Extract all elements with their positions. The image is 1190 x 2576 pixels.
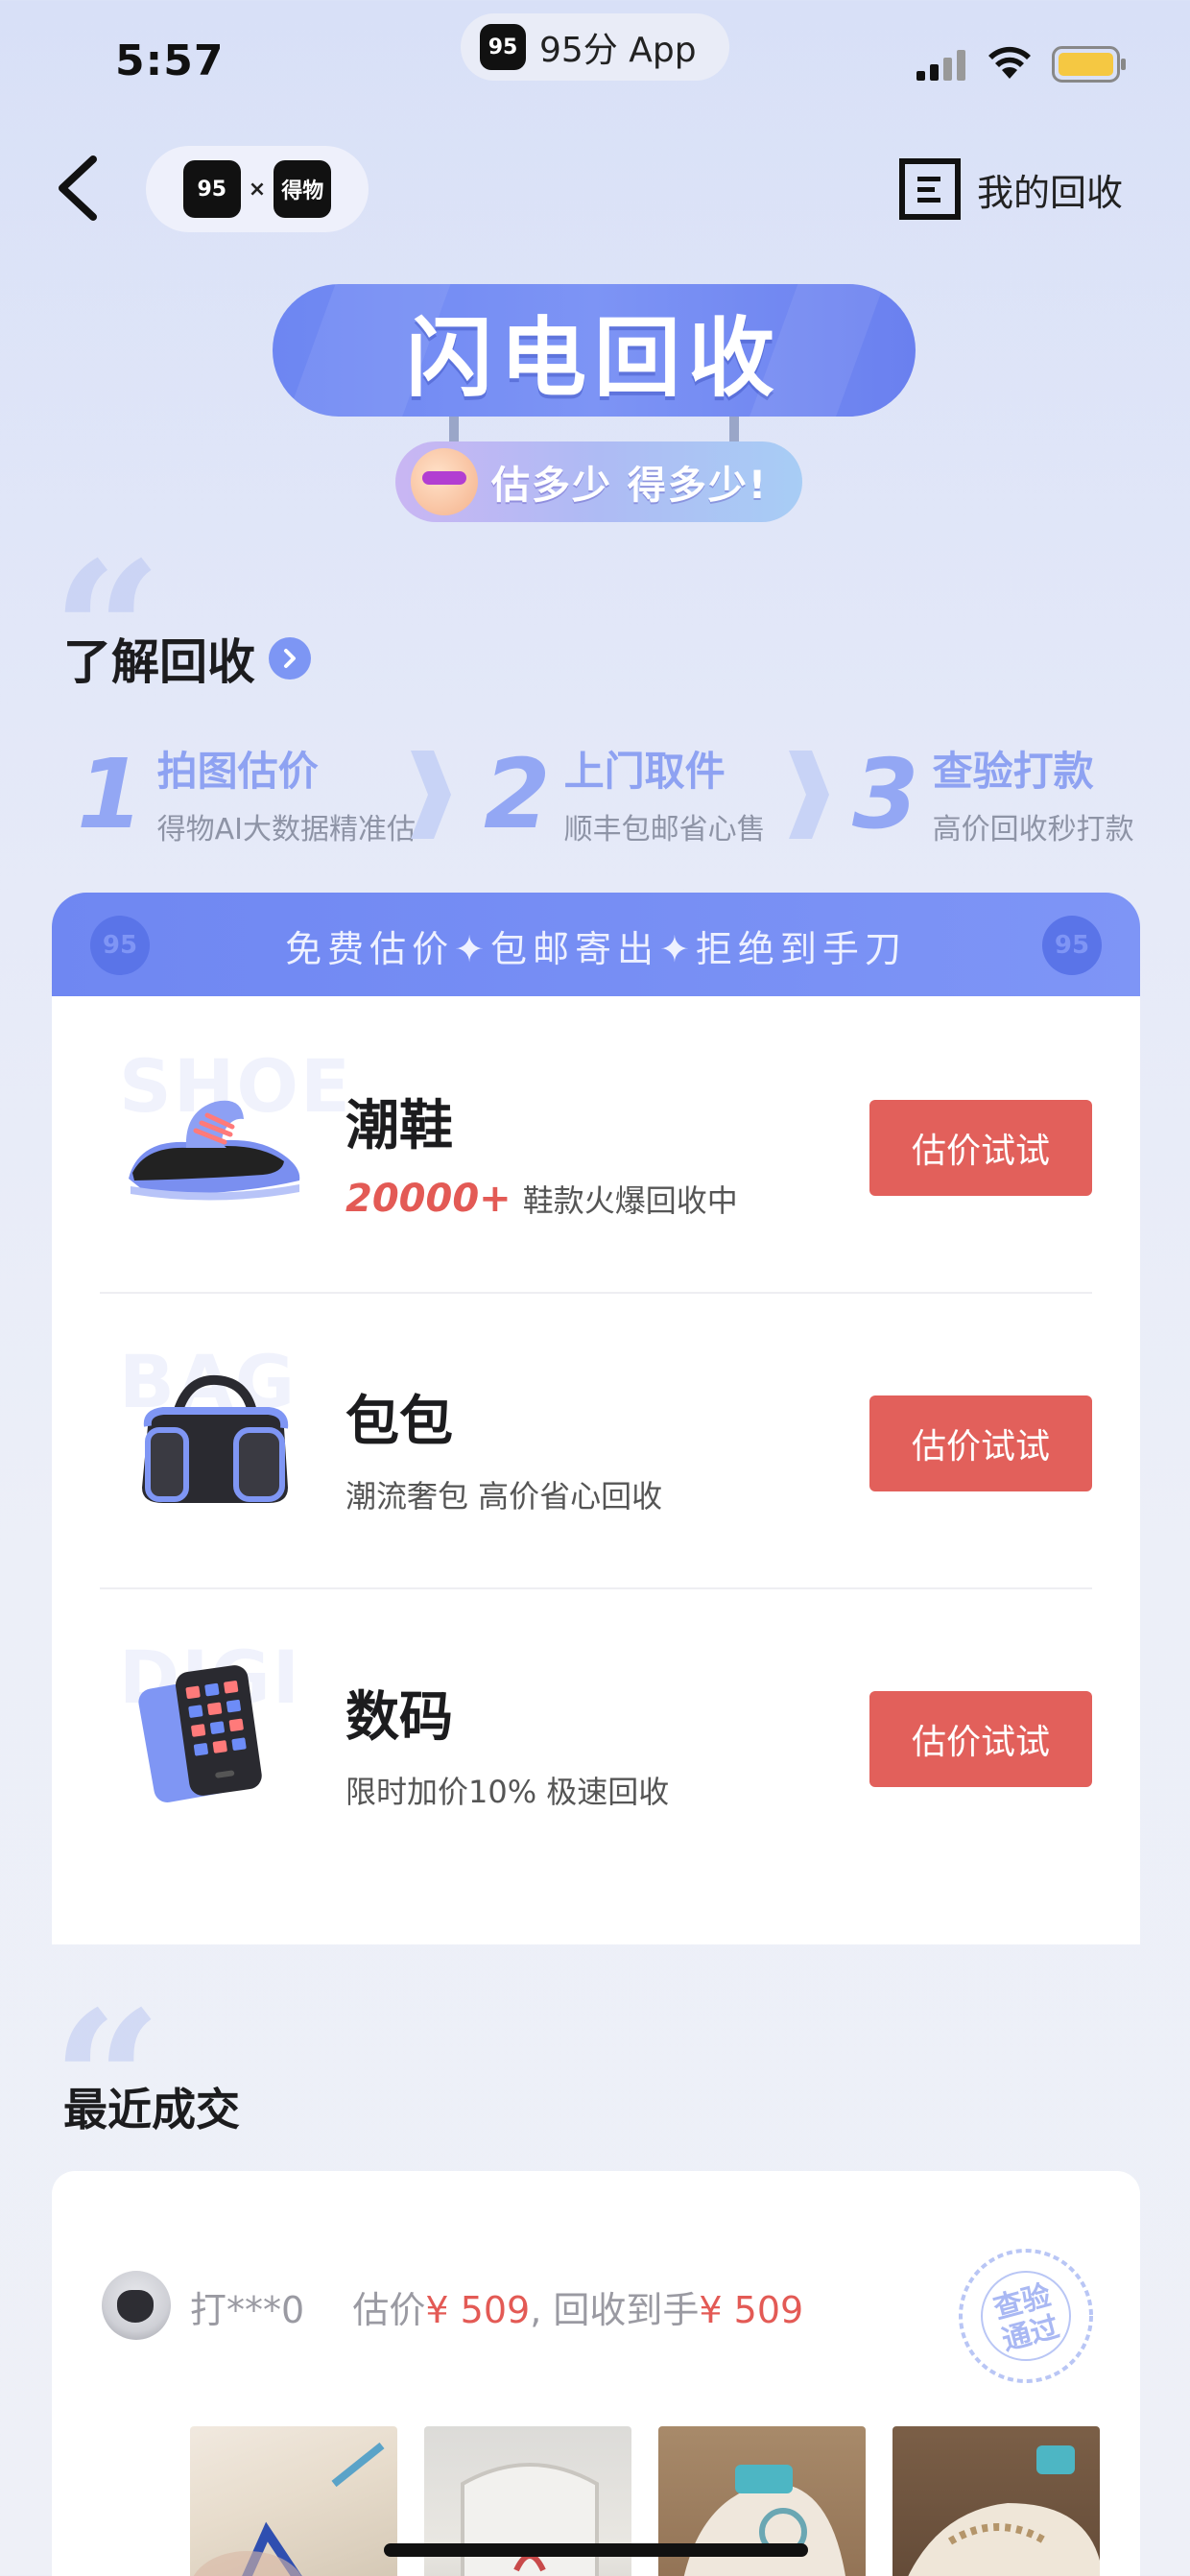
process-steps: 1 拍图估价 得物AI大数据精准估 2 上门取件 顺丰包邮省心售 3 查验打款 …: [77, 739, 1152, 854]
hero-title: 闪电回收: [406, 308, 782, 409]
category-image: DIGI: [119, 1640, 311, 1818]
benefits-header: 95 免费估价✦包邮寄出✦拒绝到手刀 95: [52, 893, 1140, 998]
benefits-text: 免费估价✦包邮寄出✦拒绝到手刀: [285, 927, 907, 970]
step-number: 1: [77, 738, 144, 850]
category-desc-text: 限时加价10% 极速回收: [345, 1774, 670, 1810]
status-time: 5:57: [115, 36, 225, 85]
home-indicator[interactable]: [384, 2543, 808, 2557]
category-image: BAG: [119, 1345, 311, 1522]
learn-section-title: 了解回收: [63, 634, 255, 690]
inspection-passed-stamp-icon: 查验 通过: [959, 2249, 1093, 2383]
status-bar: 5:57 95 95分 App: [0, 0, 1190, 125]
my-recycle-label: 我的回收: [976, 171, 1123, 214]
deal-user: 打***0: [190, 2289, 305, 2331]
my-recycle-button[interactable]: 我的回收: [898, 155, 1123, 223]
brand-dewu-logo: 得物: [274, 160, 332, 218]
brand-badge-icon: 95: [90, 916, 150, 975]
brand-95-logo: 95: [182, 160, 241, 218]
wifi-icon: [988, 46, 1031, 79]
category-desc: 潮流奢包 高价省心回收: [345, 1472, 662, 1516]
category-name: 包包: [345, 1391, 453, 1453]
cellular-signal-icon: [916, 50, 965, 81]
step-desc: 得物AI大数据精准估: [156, 813, 416, 847]
back-to-app-pill[interactable]: 95 95分 App: [461, 13, 729, 81]
estimate-button-digital[interactable]: 估价试试: [869, 1691, 1092, 1787]
deal-separator: ,: [530, 2289, 542, 2331]
step-arrow-icon: [411, 751, 451, 839]
category-image: SHOE: [119, 1049, 350, 1227]
hero-banner: 闪电回收: [273, 284, 916, 417]
battery-icon: [1052, 46, 1126, 83]
hero-slogan: 估多少 得多少!: [491, 464, 769, 508]
bag-icon: [142, 1374, 289, 1503]
recent-section-title: 最近成交: [63, 2084, 240, 2135]
category-name: 数码: [345, 1686, 453, 1749]
deal-info: 打***0 估价¥ 509, 回收到手¥ 509: [190, 2280, 803, 2333]
chevron-right-icon: [269, 637, 311, 680]
estimate-label: 估价: [352, 2289, 426, 2331]
sneaker-icon: [129, 1100, 300, 1201]
step-title: 上门取件: [563, 748, 726, 795]
step-number: 2: [484, 738, 551, 850]
list-icon: [898, 158, 961, 220]
category-desc-text: 鞋款火爆回收中: [522, 1182, 738, 1219]
step-arrow-icon: [789, 751, 829, 839]
category-row-digital[interactable]: DIGI: [100, 1587, 1092, 1883]
category-row-bags[interactable]: BAG 包包 潮流奢包 高价省心回收 估价试试: [100, 1292, 1092, 1587]
avatar: [102, 2271, 171, 2340]
phone-icon: [138, 1665, 262, 1802]
step-title: 拍图估价: [156, 748, 319, 795]
category-desc: 限时加价10% 极速回收: [345, 1768, 669, 1812]
estimate-button-shoes[interactable]: 估价试试: [869, 1100, 1092, 1196]
step-1: 1 拍图估价 得物AI大数据精准估: [77, 739, 416, 847]
brand-badge-icon: 95: [1042, 916, 1102, 975]
recent-deal-card: 打***0 估价¥ 509, 回收到手¥ 509 查验 通过: [52, 2171, 1140, 2576]
category-desc: 20000+ 鞋款火爆回收中: [345, 1177, 738, 1221]
step-2: 2 上门取件 顺丰包邮省心售: [484, 739, 766, 847]
estimate-price: ¥ 509: [425, 2289, 531, 2331]
mascot-icon: [411, 448, 478, 515]
hero-slogan-pill: 估多少 得多少!: [395, 441, 802, 522]
hot-count: 20000+: [345, 1177, 512, 1221]
learn-recycle-link[interactable]: 了解回收: [63, 624, 311, 693]
step-desc: 高价回收秒打款: [932, 813, 1134, 847]
step-title: 查验打款: [932, 748, 1094, 795]
cobrand-pill: 95 × 得物: [146, 146, 369, 232]
deal-photo[interactable]: [190, 2426, 397, 2576]
app-pill-label: 95分 App: [539, 31, 697, 70]
step-desc: 顺丰包邮省心售: [563, 813, 766, 847]
back-button[interactable]: [48, 154, 106, 223]
received-price: ¥ 509: [699, 2289, 804, 2331]
step-number: 3: [852, 738, 919, 850]
step-3: 3 查验打款 高价回收秒打款: [852, 739, 1134, 847]
deal-photo[interactable]: [892, 2426, 1100, 2576]
chevron-left-icon: [59, 155, 97, 221]
brand-cross: ×: [248, 177, 267, 202]
app-logo-icon: 95: [480, 24, 526, 70]
category-row-shoes[interactable]: SHOE 潮鞋 20000+ 鞋款火爆回收中 估价试试: [100, 996, 1092, 1292]
category-name: 潮鞋: [345, 1095, 453, 1157]
received-label: 回收到手: [553, 2289, 700, 2331]
category-card: SHOE 潮鞋 20000+ 鞋款火爆回收中 估价试试 BAG 包包 潮流奢包 …: [52, 996, 1140, 1944]
category-desc-text: 潮流奢包 高价省心回收: [345, 1478, 663, 1515]
estimate-button-bags[interactable]: 估价试试: [869, 1395, 1092, 1491]
